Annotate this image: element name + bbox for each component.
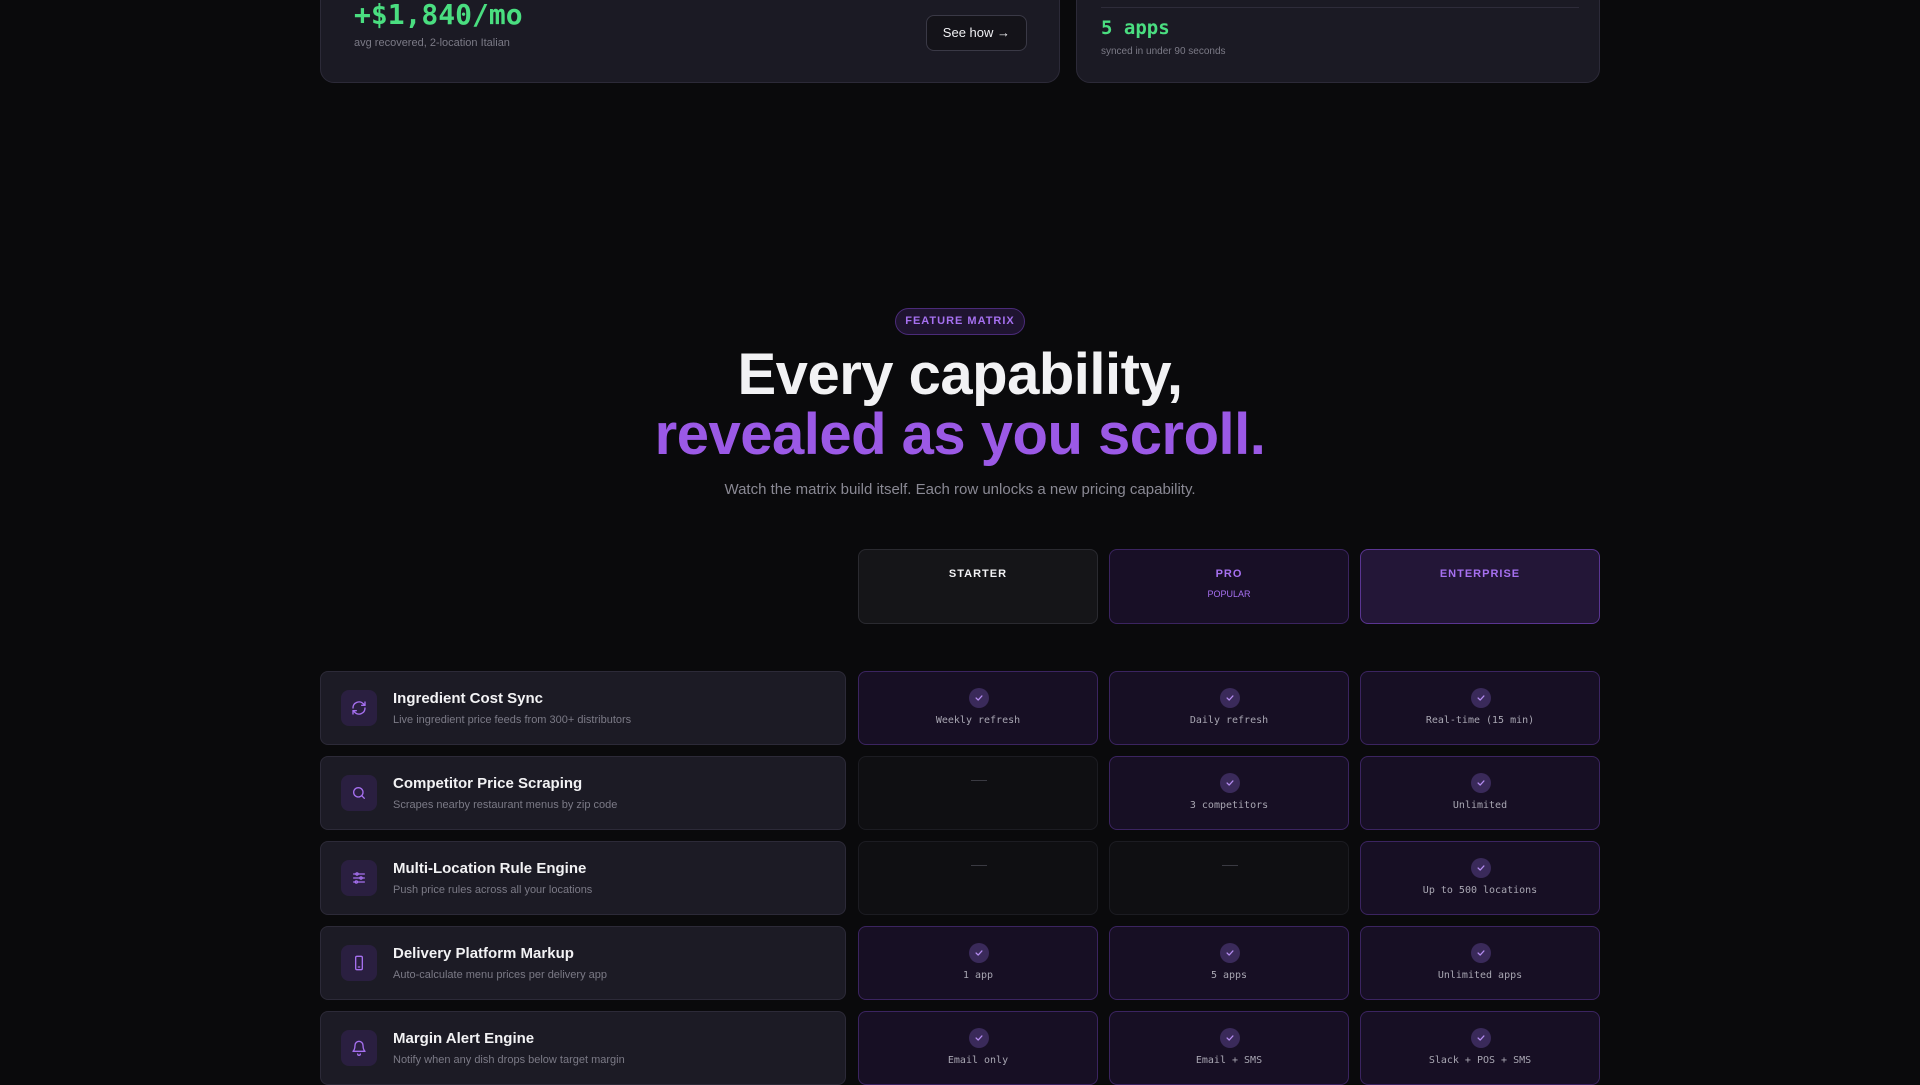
cell-value: Email only xyxy=(947,1055,1009,1066)
cell-value: 3 competitors xyxy=(1189,800,1269,811)
feature-description: Auto-calculate menu prices per delivery … xyxy=(393,969,608,981)
check-icon xyxy=(969,688,989,708)
cell-value: Daily refresh xyxy=(1189,715,1269,726)
card-divider xyxy=(1101,7,1579,8)
feature-card: Ingredient Cost Sync Live ingredient pri… xyxy=(320,671,846,745)
cell-value: Weekly refresh xyxy=(935,715,1021,726)
cell-value: Up to 500 locations xyxy=(1422,885,1538,896)
check-icon xyxy=(1471,773,1491,793)
cell-enterprise: Unlimited apps xyxy=(1360,926,1600,1000)
cell-value: 5 apps xyxy=(1210,970,1248,981)
sliders-icon xyxy=(341,860,377,896)
section-title-line2: revealed as you scroll. xyxy=(654,402,1266,467)
feature-description: Live ingredient price feeds from 300+ di… xyxy=(393,714,632,726)
tier-header-enterprise: ENTERPRISE xyxy=(1360,549,1600,624)
check-icon xyxy=(1471,943,1491,963)
refresh-icon xyxy=(341,690,377,726)
check-icon xyxy=(1471,1028,1491,1048)
feature-row: Delivery Platform Markup Auto-calculate … xyxy=(0,926,1920,1000)
recovered-value: +$1,840/mo xyxy=(354,0,523,31)
feature-row: Ingredient Cost Sync Live ingredient pri… xyxy=(0,671,1920,745)
see-how-button[interactable]: See how → xyxy=(925,15,1027,51)
cell-pro-unavailable xyxy=(1109,841,1349,915)
recovered-caption: avg recovered, 2-location Italian xyxy=(354,37,510,49)
cell-enterprise: Slack + POS + SMS xyxy=(1360,1011,1600,1085)
cell-starter: Email only xyxy=(858,1011,1098,1085)
section-title-line1: Every capability, xyxy=(737,342,1184,407)
feature-description: Scrapes nearby restaurant menus by zip c… xyxy=(393,799,618,811)
feature-card: Margin Alert Engine Notify when any dish… xyxy=(320,1011,846,1085)
check-icon xyxy=(1471,688,1491,708)
popular-tag: POPULAR xyxy=(1207,589,1251,599)
cell-pro: 3 competitors xyxy=(1109,756,1349,830)
check-icon xyxy=(1220,773,1240,793)
cell-pro: Daily refresh xyxy=(1109,671,1349,745)
cell-pro: 5 apps xyxy=(1109,926,1349,1000)
feature-name: Competitor Price Scraping xyxy=(393,775,583,792)
dash-icon xyxy=(971,865,987,866)
apps-caption: synced in under 90 seconds xyxy=(1101,46,1226,57)
feature-name: Delivery Platform Markup xyxy=(393,945,574,962)
feature-description: Notify when any dish drops below target … xyxy=(393,1054,625,1066)
check-icon xyxy=(1220,688,1240,708)
check-icon xyxy=(1471,858,1491,878)
tier-name: PRO xyxy=(1215,568,1243,580)
check-icon xyxy=(1220,943,1240,963)
feature-row: Competitor Price Scraping Scrapes nearby… xyxy=(0,756,1920,830)
cell-enterprise: Up to 500 locations xyxy=(1360,841,1600,915)
search-icon xyxy=(341,775,377,811)
cell-pro: Email + SMS xyxy=(1109,1011,1349,1085)
cell-starter-unavailable xyxy=(858,756,1098,830)
check-icon xyxy=(1220,1028,1240,1048)
feature-row: Margin Alert Engine Notify when any dish… xyxy=(0,1011,1920,1085)
feature-card: Delivery Platform Markup Auto-calculate … xyxy=(320,926,846,1000)
feature-name: Ingredient Cost Sync xyxy=(393,690,544,707)
cell-enterprise: Unlimited xyxy=(1360,756,1600,830)
tier-name: STARTER xyxy=(948,568,1008,580)
check-icon xyxy=(969,943,989,963)
apps-stat-card: 5 apps synced in under 90 seconds xyxy=(1076,0,1600,83)
cell-value: 1 app xyxy=(962,970,994,981)
section-subtitle: Watch the matrix build itself. Each row … xyxy=(724,481,1196,498)
feature-name: Multi-Location Rule Engine xyxy=(393,860,587,877)
apps-value: 5 apps xyxy=(1101,17,1170,39)
bell-icon xyxy=(341,1030,377,1066)
dash-icon xyxy=(1222,865,1238,866)
cell-starter-unavailable xyxy=(858,841,1098,915)
recovered-stat-card: +$1,840/mo avg recovered, 2-location Ita… xyxy=(320,0,1060,83)
feature-row: Multi-Location Rule Engine Push price ru… xyxy=(0,841,1920,915)
cell-value: Email + SMS xyxy=(1195,1055,1263,1066)
cell-value: Unlimited xyxy=(1452,800,1508,811)
tier-header-pro: PRO POPULAR xyxy=(1109,549,1349,624)
tier-header-starter: STARTER xyxy=(858,549,1098,624)
feature-name: Margin Alert Engine xyxy=(393,1030,535,1047)
phone-icon xyxy=(341,945,377,981)
feature-description: Push price rules across all your locatio… xyxy=(393,884,593,896)
feature-card: Multi-Location Rule Engine Push price ru… xyxy=(320,841,846,915)
feature-card: Competitor Price Scraping Scrapes nearby… xyxy=(320,756,846,830)
dash-icon xyxy=(971,780,987,781)
cell-value: Real-time (15 min) xyxy=(1425,715,1535,726)
cell-value: Slack + POS + SMS xyxy=(1428,1055,1532,1066)
cell-value: Unlimited apps xyxy=(1437,970,1523,981)
tier-name: ENTERPRISE xyxy=(1439,568,1521,580)
feature-matrix-badge: FEATURE MATRIX xyxy=(895,308,1025,335)
cell-starter: 1 app xyxy=(858,926,1098,1000)
cell-enterprise: Real-time (15 min) xyxy=(1360,671,1600,745)
check-icon xyxy=(969,1028,989,1048)
cell-starter: Weekly refresh xyxy=(858,671,1098,745)
